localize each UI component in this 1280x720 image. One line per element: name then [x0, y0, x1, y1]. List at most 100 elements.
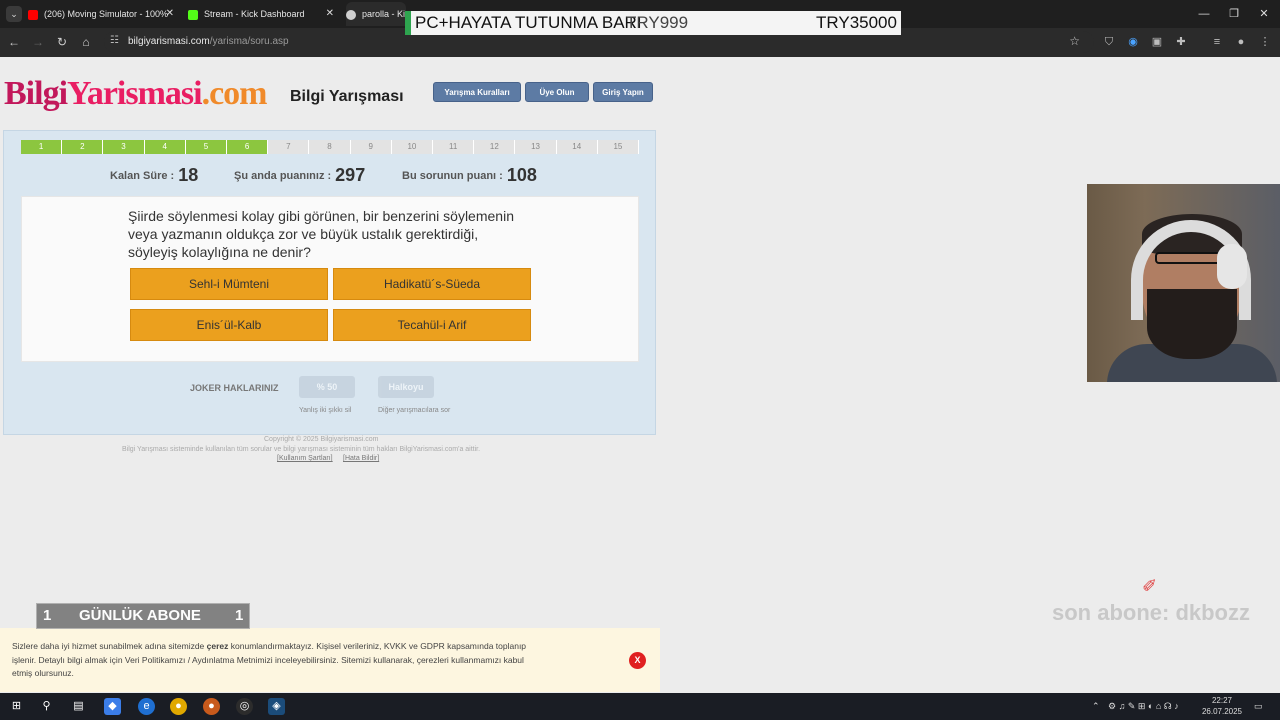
site-logo[interactable]: BilgiYarismasi.com [4, 75, 268, 113]
obs-icon[interactable]: ◎ [236, 698, 253, 715]
progress-step: 9 [350, 140, 392, 154]
question-progress: 1 2 3 4 5 6 7 8 9 10 11 12 13 14 15 [21, 140, 640, 154]
minimize-icon[interactable]: — [1188, 0, 1220, 28]
puzzle-extension-icon[interactable]: ✚ [1174, 35, 1188, 49]
tray-icons[interactable]: ⚙ ♫ ✎ ⊞ ◐ ⌂ ☊ ♪ [1108, 701, 1179, 712]
progress-step: 7 [268, 140, 310, 154]
window-close-icon[interactable]: ✕ [1248, 0, 1280, 28]
cookie-text-2b: inceleyebilirsiniz. Sitemizi kullanarak,… [272, 654, 524, 665]
cookie-banner: Sizlere daha iyi hizmet sunabilmek adına… [0, 628, 660, 692]
notification-icon[interactable]: ▭ [1254, 701, 1263, 712]
windows-taskbar: ⊞ ⚲ ▤ ◆ e ● ● ◎ ◈ ⌃ ⚙ ♫ ✎ ⊞ ◐ ⌂ ☊ ♪ 22:2… [0, 693, 1280, 720]
reload-icon[interactable]: ↻ [54, 34, 70, 50]
playlist-icon[interactable]: ≡ [1210, 35, 1224, 49]
time-left-label: Kalan Süre : [110, 170, 175, 182]
restore-icon[interactable]: ❐ [1218, 0, 1250, 28]
cookie-text: Sizlere daha iyi hizmet sunabilmek adına… [12, 640, 612, 681]
tab-moving-simulator[interactable]: (206) Moving Simulator - 100% ✕ [28, 2, 180, 26]
taskbar-clock[interactable]: 22:27 26.07.2025 [1200, 695, 1244, 717]
cookie-close-button[interactable]: X [629, 652, 646, 669]
signup-button[interactable]: Üye Olun [525, 82, 589, 102]
webcam-feed [1087, 184, 1280, 382]
progress-step: 4 [144, 140, 186, 154]
copyright-text: Copyright © 2025 Bilgiyarismasi.com [264, 436, 379, 443]
progress-step: 6 [227, 140, 269, 154]
rules-button[interactable]: Yarışma Kuralları [433, 82, 521, 102]
progress-step: 13 [515, 140, 557, 154]
daily-subscriber-counter: 1 GÜNLÜK ABONE 1 [36, 603, 250, 629]
chrome-icon[interactable]: ● [170, 698, 187, 715]
tab-parolla[interactable]: parolla - Ki [346, 2, 406, 26]
back-arrow-icon[interactable]: ← [6, 34, 22, 50]
joker-label: JOKER HAKLARINIZ [190, 383, 279, 393]
close-icon[interactable]: ✕ [166, 2, 174, 26]
question-text: Şiirde söylenmesi kolay gibi görünen, bi… [128, 208, 514, 260]
forward-arrow-icon[interactable]: → [30, 34, 46, 50]
score-value: 297 [335, 165, 366, 185]
close-icon[interactable]: ✕ [326, 2, 334, 26]
progress-step: 2 [62, 140, 104, 154]
tray-chevron-up-icon[interactable]: ⌃ [1092, 701, 1100, 712]
tab-title: parolla - Ki [362, 9, 406, 19]
login-button[interactable]: Giriş Yapın [593, 82, 653, 102]
answer-button-b[interactable]: Hadikatü´s-Süeda [333, 268, 531, 300]
last-subscriber: son abone: dkbozz [1052, 600, 1250, 625]
bookmark-star-icon[interactable]: ☆ [1069, 34, 1080, 48]
terms-link[interactable]: [Kullanım Şartları] [277, 455, 333, 462]
kick-icon [188, 9, 198, 20]
time-left-value: 18 [178, 165, 199, 185]
cookie-text-3: etmiş olursunuz. [12, 668, 74, 678]
cookie-text-1a: Sizlere daha iyi hizmet sunabilmek adına… [12, 641, 207, 651]
steam-icon[interactable]: ◈ [268, 698, 285, 715]
cookie-policy-link[interactable]: işlenir. Detaylı bilgi almak için Veri P… [12, 655, 273, 665]
extension-icon[interactable]: ◉ [1126, 35, 1140, 49]
sub-counter-label: GÜNLÜK ABONE [79, 607, 201, 624]
fifty-fifty-hint: Yanlış iki şıkkı sil [299, 407, 352, 414]
answer-button-d[interactable]: Tecahül-i Arif [333, 309, 531, 341]
quiz-panel: 1 2 3 4 5 6 7 8 9 10 11 12 13 14 15 Kalan Süre :18 Şu … [3, 130, 656, 435]
media-extension-icon[interactable]: ▣ [1150, 35, 1164, 49]
cookie-link-cerez[interactable]: çerez [207, 641, 229, 651]
home-icon[interactable]: ⌂ [78, 34, 94, 50]
windows-start-icon[interactable]: ⊞ [8, 698, 25, 715]
progress-step: 1 [21, 140, 63, 154]
firefox-icon[interactable]: ● [203, 698, 220, 715]
tab-list-chevron-down-icon[interactable]: ⌄ [6, 6, 22, 22]
app-icon[interactable]: ◆ [104, 698, 121, 715]
answer-button-a[interactable]: Sehl-i Mümteni [130, 268, 328, 300]
edge-icon[interactable]: e [138, 698, 155, 715]
sub-counter-left: 1 [43, 607, 52, 624]
tab-title: Stream - Kick Dashboard [204, 9, 305, 19]
headset-cup [1217, 244, 1247, 289]
globe-icon [346, 9, 356, 20]
tab-title: (206) Moving Simulator - 100% [44, 9, 169, 19]
clock-date: 26.07.2025 [1201, 707, 1243, 716]
shield-extension-icon[interactable]: ⛉ [1102, 35, 1116, 49]
menu-kebab-icon[interactable]: ⋮ [1258, 35, 1272, 49]
profile-icon[interactable]: ● [1234, 35, 1248, 49]
stream-goal-overlay: PC+HAYATA TUTUNMA BARI TRY999 TRY35000 [405, 11, 901, 35]
progress-step: 14 [556, 140, 598, 154]
progress-step: 10 [391, 140, 434, 154]
current-score: Şu anda puanınız :297 [234, 165, 365, 186]
url-host: bilgiyarismasi.com [128, 36, 210, 47]
question-points-value: 108 [506, 165, 537, 185]
fifty-fifty-joker-button[interactable]: % 50 [299, 376, 355, 398]
question-box: Şiirde söylenmesi kolay gibi görünen, bi… [21, 196, 639, 362]
goal-text: PC+HAYATA TUTUNMA BARI [415, 13, 642, 32]
site-info-icon[interactable]: ☷ [110, 35, 119, 46]
answer-button-c[interactable]: Enis´ül-Kalb [130, 309, 328, 341]
question-points: Bu sorunun puanı :108 [402, 165, 537, 186]
logo-part-3: .com [201, 75, 268, 112]
audience-joker-button[interactable]: Halkoyu [378, 376, 434, 398]
report-error-link[interactable]: [Hata Bildir] [343, 455, 379, 462]
rights-text: Bilgi Yarışması sisteminde kullanılan tü… [122, 446, 481, 453]
task-view-icon[interactable]: ▤ [70, 698, 87, 715]
question-points-label: Bu sorunun puanı : [402, 170, 503, 182]
progress-step: 8 [309, 140, 351, 154]
tab-kick-dashboard[interactable]: Stream - Kick Dashboard ✕ [188, 2, 340, 26]
url-path: /yarisma/soru.asp [209, 36, 289, 47]
search-icon[interactable]: ⚲ [38, 698, 55, 715]
youtube-icon [28, 9, 38, 20]
progress-step: 12 [474, 140, 516, 154]
